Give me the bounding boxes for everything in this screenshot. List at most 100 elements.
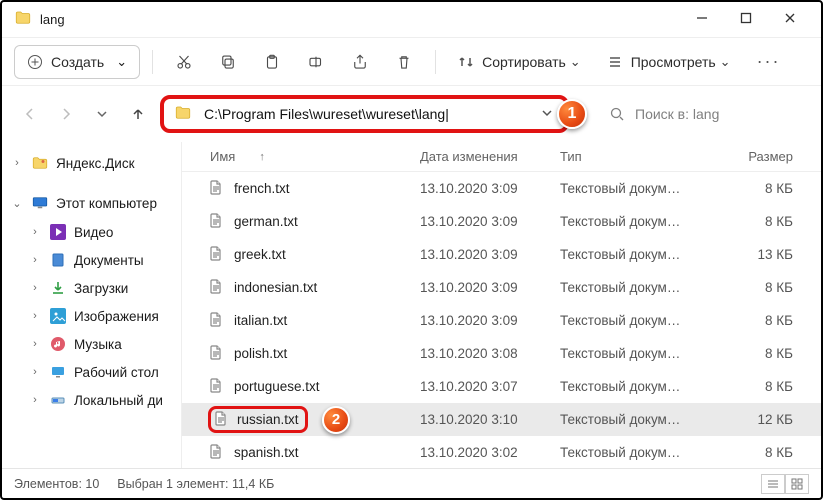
chevron-right-icon: › bbox=[28, 254, 42, 266]
column-type[interactable]: Тип bbox=[560, 149, 720, 164]
file-icon bbox=[213, 410, 229, 429]
pictures-icon bbox=[48, 308, 68, 324]
copy-button[interactable] bbox=[209, 46, 247, 78]
file-name: spanish.txt bbox=[234, 445, 299, 460]
file-name: french.txt bbox=[234, 181, 290, 196]
file-row[interactable]: portuguese.txt13.10.2020 3:07Текстовый д… bbox=[182, 370, 821, 403]
downloads-icon bbox=[48, 280, 68, 296]
file-icon bbox=[208, 245, 224, 264]
documents-icon bbox=[48, 252, 68, 268]
chevron-right-icon: › bbox=[28, 394, 42, 406]
address-dropdown[interactable] bbox=[539, 105, 555, 124]
desktop-icon bbox=[48, 364, 68, 380]
file-size: 8 КБ bbox=[720, 181, 813, 196]
file-size: 8 КБ bbox=[720, 313, 813, 328]
video-icon bbox=[48, 224, 68, 240]
title-bar: lang bbox=[2, 2, 821, 38]
cut-button[interactable] bbox=[165, 46, 203, 78]
file-name: russian.txt bbox=[237, 412, 299, 427]
view-thumbnails-button[interactable] bbox=[785, 474, 809, 494]
file-date: 13.10.2020 3:02 bbox=[420, 445, 560, 460]
sort-indicator-icon: ↑ bbox=[259, 151, 265, 163]
rename-button[interactable] bbox=[297, 46, 335, 78]
paste-button[interactable] bbox=[253, 46, 291, 78]
view-details-button[interactable] bbox=[761, 474, 785, 494]
search-box[interactable]: Поиск в: lang bbox=[577, 96, 807, 132]
sidebar-item-label: Этот компьютер bbox=[56, 196, 157, 211]
chevron-right-icon: › bbox=[28, 310, 42, 322]
sidebar-item-label: Музыка bbox=[74, 337, 122, 352]
share-button[interactable] bbox=[341, 46, 379, 78]
file-icon bbox=[208, 179, 224, 198]
file-date: 13.10.2020 3:10 bbox=[420, 412, 560, 427]
chevron-right-icon: › bbox=[28, 338, 42, 350]
file-row[interactable]: 2russian.txt13.10.2020 3:10Текстовый док… bbox=[182, 403, 821, 436]
create-button[interactable]: Создать ⌄ bbox=[14, 45, 140, 79]
sidebar-item-documents[interactable]: › Документы bbox=[24, 246, 177, 274]
yandex-disk-icon bbox=[30, 154, 50, 172]
file-name: polish.txt bbox=[234, 346, 287, 361]
view-label: Просмотреть bbox=[631, 54, 716, 70]
file-icon bbox=[208, 311, 224, 330]
file-date: 13.10.2020 3:09 bbox=[420, 181, 560, 196]
sort-button[interactable]: Сортировать ⌄ bbox=[448, 46, 591, 78]
file-row[interactable]: spanish.txt13.10.2020 3:02Текстовый доку… bbox=[182, 436, 821, 468]
minimize-button[interactable] bbox=[691, 10, 713, 29]
column-date[interactable]: Дата изменения bbox=[420, 149, 560, 164]
sidebar-item-video[interactable]: › Видео bbox=[24, 218, 177, 246]
file-date: 13.10.2020 3:09 bbox=[420, 247, 560, 262]
view-button[interactable]: Просмотреть ⌄ bbox=[597, 46, 741, 78]
navigation-pane: › Яндекс.Диск ⌄ Этот компьютер › Видео › bbox=[2, 142, 182, 468]
chevron-down-icon: ⌄ bbox=[10, 197, 24, 210]
file-type: Текстовый докум… bbox=[560, 313, 720, 328]
sidebar-item-this-pc[interactable]: ⌄ Этот компьютер bbox=[6, 188, 177, 218]
delete-button[interactable] bbox=[385, 46, 423, 78]
sidebar-item-downloads[interactable]: › Загрузки bbox=[24, 274, 177, 302]
file-row[interactable]: indonesian.txt13.10.2020 3:09Текстовый д… bbox=[182, 271, 821, 304]
sidebar-item-yandex-disk[interactable]: › Яндекс.Диск bbox=[6, 148, 177, 178]
column-size[interactable]: Размер bbox=[720, 149, 813, 164]
sidebar-item-pictures[interactable]: › Изображения bbox=[24, 302, 177, 330]
file-name: italian.txt bbox=[234, 313, 287, 328]
file-date: 13.10.2020 3:08 bbox=[420, 346, 560, 361]
maximize-button[interactable] bbox=[735, 10, 757, 29]
file-icon bbox=[208, 212, 224, 231]
file-icon bbox=[208, 377, 224, 396]
close-button[interactable] bbox=[779, 10, 801, 29]
search-placeholder: Поиск в: lang bbox=[635, 106, 719, 122]
highlighted-file: russian.txt bbox=[208, 406, 308, 433]
status-count: Элементов: 10 bbox=[14, 477, 99, 491]
file-row[interactable]: french.txt13.10.2020 3:09Текстовый докум… bbox=[182, 172, 821, 205]
file-name: german.txt bbox=[234, 214, 298, 229]
annotation-callout-2: 2 bbox=[322, 406, 350, 434]
sidebar-item-desktop[interactable]: › Рабочий стол bbox=[24, 358, 177, 386]
chevron-right-icon: › bbox=[10, 157, 24, 169]
file-row[interactable]: greek.txt13.10.2020 3:09Текстовый докум…… bbox=[182, 238, 821, 271]
more-button[interactable]: ··· bbox=[747, 46, 791, 78]
up-button[interactable] bbox=[124, 100, 152, 128]
file-size: 8 КБ bbox=[720, 214, 813, 229]
address-bar[interactable]: 1 bbox=[160, 95, 569, 133]
file-size: 8 КБ bbox=[720, 346, 813, 361]
sidebar-item-music[interactable]: › Музыка bbox=[24, 330, 177, 358]
separator bbox=[152, 50, 153, 74]
file-size: 8 КБ bbox=[720, 445, 813, 460]
column-name[interactable]: Имя bbox=[210, 149, 235, 164]
file-row[interactable]: german.txt13.10.2020 3:09Текстовый докум… bbox=[182, 205, 821, 238]
file-row[interactable]: italian.txt13.10.2020 3:09Текстовый доку… bbox=[182, 304, 821, 337]
file-name: greek.txt bbox=[234, 247, 286, 262]
forward-button[interactable] bbox=[52, 100, 80, 128]
music-icon bbox=[48, 336, 68, 352]
recent-dropdown[interactable] bbox=[88, 100, 116, 128]
file-icon bbox=[208, 278, 224, 297]
file-row[interactable]: polish.txt13.10.2020 3:08Текстовый докум… bbox=[182, 337, 821, 370]
back-button[interactable] bbox=[16, 100, 44, 128]
file-size: 13 КБ bbox=[720, 247, 813, 262]
address-input[interactable] bbox=[202, 105, 531, 123]
folder-icon bbox=[174, 104, 192, 125]
address-row: 1 Поиск в: lang bbox=[2, 86, 821, 142]
column-headers: Имя ↑ Дата изменения Тип Размер bbox=[182, 142, 821, 172]
sidebar-item-local-disk[interactable]: › Локальный ди bbox=[24, 386, 177, 414]
sidebar-item-label: Документы bbox=[74, 253, 144, 268]
sidebar-item-label: Видео bbox=[74, 225, 113, 240]
